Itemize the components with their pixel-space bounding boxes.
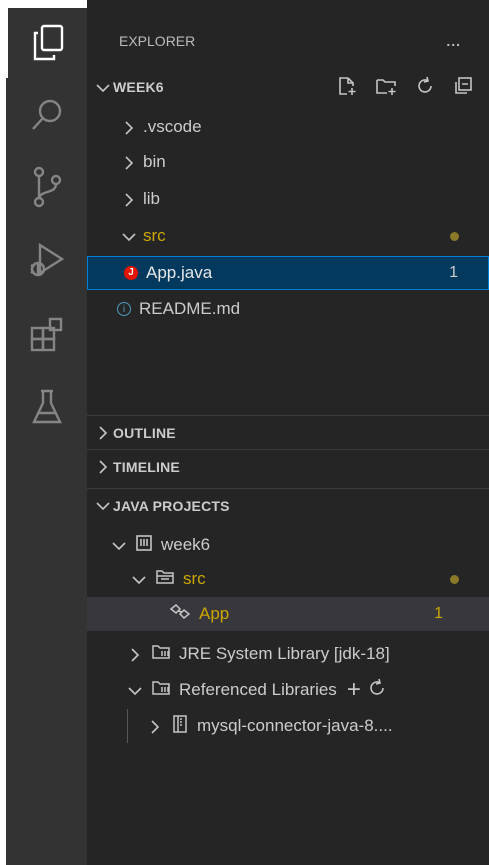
tree-item-label: .vscode bbox=[143, 117, 202, 136]
add-library-icon[interactable]: + bbox=[347, 678, 361, 702]
workspace-header[interactable]: WEEK6 bbox=[87, 70, 489, 104]
side-bar: EXPLORER ... WEEK6 .vscode bin lib src J… bbox=[87, 0, 489, 865]
chevron-down-icon bbox=[125, 682, 145, 699]
collapse-all-icon[interactable] bbox=[453, 76, 473, 99]
chevron-down-icon bbox=[93, 79, 113, 96]
explorer-toolbar bbox=[323, 76, 473, 99]
tree-item-app-java[interactable]: J App.java 1 bbox=[87, 256, 489, 290]
chevron-down-icon bbox=[93, 497, 113, 514]
java-tree-src[interactable]: src bbox=[87, 562, 489, 596]
library-icon bbox=[151, 679, 171, 702]
java-tree-app[interactable]: App 1 bbox=[87, 597, 489, 631]
java-projects-section-header[interactable]: JAVA PROJECTS bbox=[87, 488, 489, 522]
tree-item-readme[interactable]: i README.md bbox=[87, 292, 489, 326]
testing-icon[interactable] bbox=[6, 372, 87, 442]
tree-indent-guide bbox=[127, 709, 128, 743]
explorer-icon[interactable] bbox=[6, 8, 87, 78]
tree-item-label: bin bbox=[143, 152, 166, 171]
tree-item-label: README.md bbox=[139, 299, 241, 318]
more-actions-icon[interactable]: ... bbox=[446, 33, 461, 49]
chevron-down-icon bbox=[129, 571, 149, 588]
chevron-right-icon bbox=[119, 119, 139, 136]
jar-icon bbox=[171, 714, 189, 739]
tree-item-label: mysql-connector-java-8.... bbox=[197, 716, 393, 735]
tree-item-label: JRE System Library [jdk-18] bbox=[179, 644, 390, 663]
chevron-right-icon bbox=[93, 424, 113, 441]
activity-bar bbox=[6, 8, 87, 865]
section-title: JAVA PROJECTS bbox=[113, 497, 230, 514]
class-icon bbox=[169, 603, 191, 626]
section-title: TIMELINE bbox=[113, 458, 180, 475]
section-title: OUTLINE bbox=[113, 424, 176, 441]
tree-item-lib[interactable]: lib bbox=[87, 182, 489, 216]
vscode-window: EXPLORER ... WEEK6 .vscode bin lib src J… bbox=[0, 0, 489, 865]
info-icon: i bbox=[117, 302, 131, 316]
outline-section-header[interactable]: OUTLINE bbox=[87, 415, 489, 449]
tree-item-label: src bbox=[143, 226, 166, 245]
chevron-right-icon bbox=[125, 646, 145, 663]
project-icon bbox=[135, 534, 153, 557]
tree-item-label: App bbox=[199, 604, 230, 623]
java-tree-mysql-jar[interactable]: mysql-connector-java-8.... bbox=[87, 709, 489, 743]
source-control-icon[interactable] bbox=[6, 152, 87, 222]
refresh-icon[interactable] bbox=[415, 76, 435, 99]
source-folder-icon bbox=[155, 568, 175, 591]
extensions-icon[interactable] bbox=[6, 300, 87, 370]
modified-dot-icon bbox=[450, 231, 459, 241]
java-tree-jre[interactable]: JRE System Library [jdk-18] bbox=[87, 637, 489, 671]
run-debug-icon[interactable] bbox=[6, 226, 87, 296]
chevron-right-icon bbox=[119, 154, 139, 171]
workspace-title: WEEK6 bbox=[113, 79, 164, 95]
tree-item-vscode[interactable]: .vscode bbox=[87, 110, 489, 144]
chevron-right-icon bbox=[145, 718, 165, 735]
chevron-right-icon bbox=[93, 458, 113, 475]
tree-item-label: App.java bbox=[146, 263, 213, 282]
modified-dot-icon bbox=[450, 574, 459, 584]
tree-item-label: src bbox=[183, 569, 206, 588]
chevron-down-icon bbox=[109, 537, 129, 554]
library-icon bbox=[151, 643, 171, 666]
tree-item-label: lib bbox=[143, 189, 161, 208]
tree-item-src[interactable]: src bbox=[87, 219, 489, 253]
tree-item-label: Referenced Libraries bbox=[179, 680, 337, 699]
search-icon[interactable] bbox=[6, 80, 87, 150]
java-project-week6[interactable]: week6 bbox=[87, 528, 489, 562]
explorer-title: EXPLORER bbox=[119, 33, 196, 49]
tree-item-label: week6 bbox=[161, 535, 211, 554]
new-file-icon[interactable] bbox=[337, 76, 357, 99]
chevron-down-icon bbox=[119, 228, 139, 245]
explorer-header: EXPLORER ... bbox=[87, 24, 489, 58]
chevron-right-icon bbox=[119, 191, 139, 208]
java-error-icon: J bbox=[124, 266, 138, 280]
timeline-section-header[interactable]: TIMELINE bbox=[87, 449, 489, 483]
problem-count-badge: 1 bbox=[449, 264, 458, 281]
new-folder-icon[interactable] bbox=[375, 76, 397, 99]
refresh-icon[interactable] bbox=[367, 678, 387, 703]
problem-count-badge: 1 bbox=[434, 605, 443, 622]
java-tree-referenced-libraries[interactable]: Referenced Libraries + bbox=[87, 673, 489, 707]
tree-item-bin[interactable]: bin bbox=[87, 145, 489, 179]
